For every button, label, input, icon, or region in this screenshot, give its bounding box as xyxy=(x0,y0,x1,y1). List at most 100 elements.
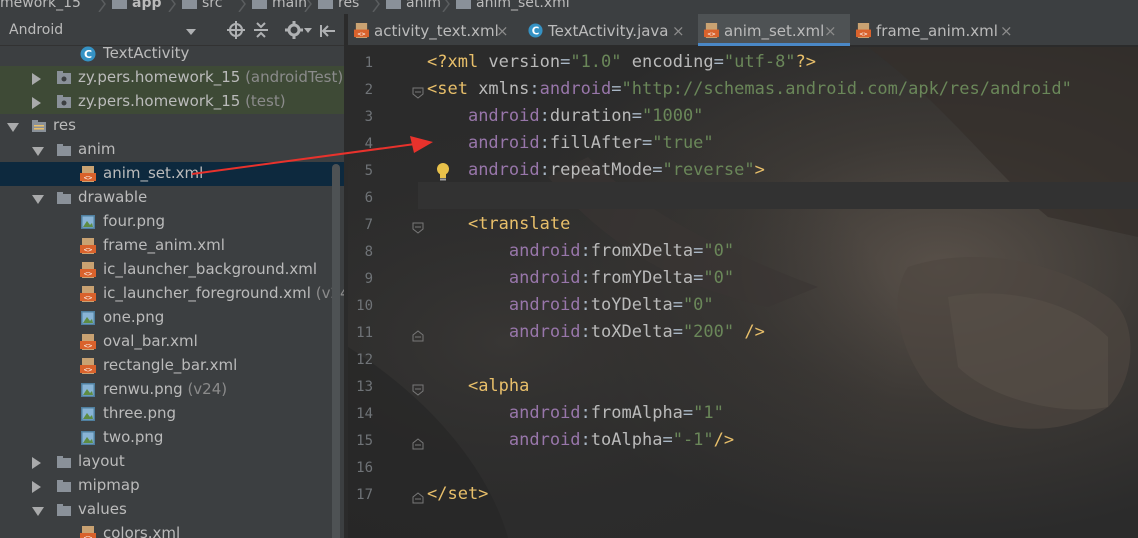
tree-item[interactable]: C TextActivity xyxy=(0,42,344,66)
breadcrumb-separator-icon xyxy=(98,0,106,12)
tree-item[interactable]: mipmap xyxy=(0,474,344,498)
tree-item[interactable]: values xyxy=(0,498,344,522)
code-line: <?xml version="1.0" encoding="utf-8"?> xyxy=(427,52,816,72)
fold-open-icon[interactable] xyxy=(412,87,424,99)
editor-tab[interactable]: <> activity_text.xml × xyxy=(348,14,522,46)
tree-item[interactable]: <> frame_anim.xml xyxy=(0,234,344,258)
tree-item-label: three.png xyxy=(103,404,176,422)
line-number: 10 xyxy=(356,298,373,314)
tree-item[interactable]: res xyxy=(0,114,344,138)
svg-text:<>: <> xyxy=(708,30,716,38)
breadcrumb-item[interactable]: anim xyxy=(386,0,441,11)
breadcrumb-item[interactable]: src xyxy=(182,0,222,11)
chevron-right-icon[interactable] xyxy=(32,481,41,493)
tree-item-suffix: (v24) xyxy=(182,380,228,398)
line-number: 15 xyxy=(356,433,373,449)
breadcrumb-item[interactable]: mework_15 xyxy=(0,0,81,11)
target-icon[interactable] xyxy=(226,20,246,40)
close-icon[interactable]: × xyxy=(1000,22,1013,40)
breadcrumb: mework_15 app src main res anim anim_set.xml xyxy=(0,0,1138,14)
code-token: toYDelta xyxy=(590,295,673,315)
code-token: "0" xyxy=(682,295,714,315)
code-token: xmlns xyxy=(478,79,530,99)
hide-panel-icon[interactable] xyxy=(318,20,338,40)
tree-item[interactable]: two.png xyxy=(0,426,344,450)
current-line-highlight xyxy=(418,182,1138,209)
editor-tab[interactable]: <> frame_anim.xml × xyxy=(850,14,1020,46)
code-token: android xyxy=(467,106,540,126)
code-token: "http://schemas.android.com/apk/res/andr… xyxy=(621,79,1072,99)
tree-item[interactable]: drawable xyxy=(0,186,344,210)
xml-file-icon: <> xyxy=(80,238,96,254)
chevron-down-icon[interactable] xyxy=(32,195,44,204)
fold-open-icon[interactable] xyxy=(412,384,424,396)
fold-open-icon[interactable] xyxy=(412,222,424,234)
code-token: = xyxy=(672,322,683,342)
chevron-down-icon[interactable] xyxy=(32,507,44,516)
code-token: android xyxy=(508,430,581,450)
tree-item[interactable]: zy.pers.homework_15 (test) xyxy=(0,90,344,114)
chevron-down-icon[interactable] xyxy=(186,29,196,35)
close-icon[interactable]: × xyxy=(496,22,509,40)
tree-item[interactable]: one.png xyxy=(0,306,344,330)
breadcrumb-item[interactable]: main xyxy=(252,0,307,11)
code-token: fromXDelta xyxy=(590,241,694,261)
code-token: = xyxy=(713,52,724,72)
tab-label: frame_anim.xml xyxy=(876,22,998,40)
tree-item[interactable]: <> oval_bar.xml xyxy=(0,330,344,354)
fold-close-icon[interactable] xyxy=(412,492,424,504)
tree-item[interactable]: <> ic_launcher_foreground.xml (v24) xyxy=(0,282,344,306)
code-token: : xyxy=(580,322,591,342)
tree-item[interactable]: layout xyxy=(0,450,344,474)
code-token: : xyxy=(539,160,550,180)
tree-item[interactable]: renwu.png (v24) xyxy=(0,378,344,402)
line-number: 16 xyxy=(356,460,373,476)
code-token: </set> xyxy=(427,484,489,504)
xml-file-icon: <> xyxy=(80,286,96,302)
fold-close-icon[interactable] xyxy=(412,438,424,450)
tree-item-label: zy.pers.homework_15 (test) xyxy=(78,92,286,110)
folder-icon xyxy=(57,144,71,156)
tree-item[interactable]: zy.pers.homework_15 (androidTest) xyxy=(0,66,344,90)
tree-item-name: zy.pers.homework_15 xyxy=(78,92,241,110)
tree-item[interactable]: three.png xyxy=(0,402,344,426)
svg-text:<>: <> xyxy=(358,30,366,38)
close-icon[interactable]: × xyxy=(672,22,685,40)
tree-item-label: zy.pers.homework_15 (androidTest) xyxy=(78,68,343,86)
chevron-right-icon[interactable] xyxy=(32,97,41,109)
gear-icon[interactable] xyxy=(284,20,304,40)
code-token: android xyxy=(467,133,540,153)
chevron-right-icon[interactable] xyxy=(32,457,41,469)
code-token: = xyxy=(693,268,704,288)
tree-item-suffix: (test) xyxy=(240,92,286,110)
project-view-selector[interactable]: Android xyxy=(9,22,63,38)
tree-item[interactable]: <> colors.xml xyxy=(0,522,344,538)
chevron-down-icon[interactable] xyxy=(32,147,44,156)
fold-close-icon[interactable] xyxy=(412,330,424,342)
code-token: toAlpha xyxy=(590,430,663,450)
editor-tab[interactable]: C TextActivity.java × xyxy=(522,14,698,46)
breadcrumb-item[interactable]: app xyxy=(112,0,162,11)
chevron-right-icon[interactable] xyxy=(32,73,41,85)
code-editor[interactable]: 1 2 3 4 5 6 7 8 9 10 11 12 13 14 15 16 17 <?xml version=… xyxy=(348,47,1138,538)
breadcrumb-item[interactable]: res xyxy=(318,0,359,11)
settings-dropdown-icon[interactable] xyxy=(304,28,312,33)
code-token: > xyxy=(754,160,765,180)
tree-item[interactable]: <> rectangle_bar.xml xyxy=(0,354,344,378)
tree-item-label: mipmap xyxy=(78,476,140,494)
annotation-arrow xyxy=(191,136,433,175)
close-icon[interactable]: × xyxy=(824,22,837,40)
tree-item-name: ic_launcher_foreground.xml xyxy=(103,284,311,302)
chevron-down-icon[interactable] xyxy=(7,123,19,132)
xml-file-icon: <> xyxy=(80,358,96,374)
xml-file-icon: <> xyxy=(80,334,96,350)
collapse-all-icon[interactable] xyxy=(251,20,271,40)
tree-item[interactable]: four.png xyxy=(0,210,344,234)
editor-tab[interactable]: <> anim_set.xml × xyxy=(698,14,850,46)
tree-item[interactable]: <> ic_launcher_background.xml xyxy=(0,258,344,282)
line-number: 17 xyxy=(356,487,373,503)
breadcrumb-item[interactable]: anim_set.xml xyxy=(456,0,570,11)
project-scrollbar[interactable] xyxy=(332,164,340,538)
code-token: = xyxy=(672,295,683,315)
code-line: <set xmlns:android="http://schemas.andro… xyxy=(427,79,1072,99)
